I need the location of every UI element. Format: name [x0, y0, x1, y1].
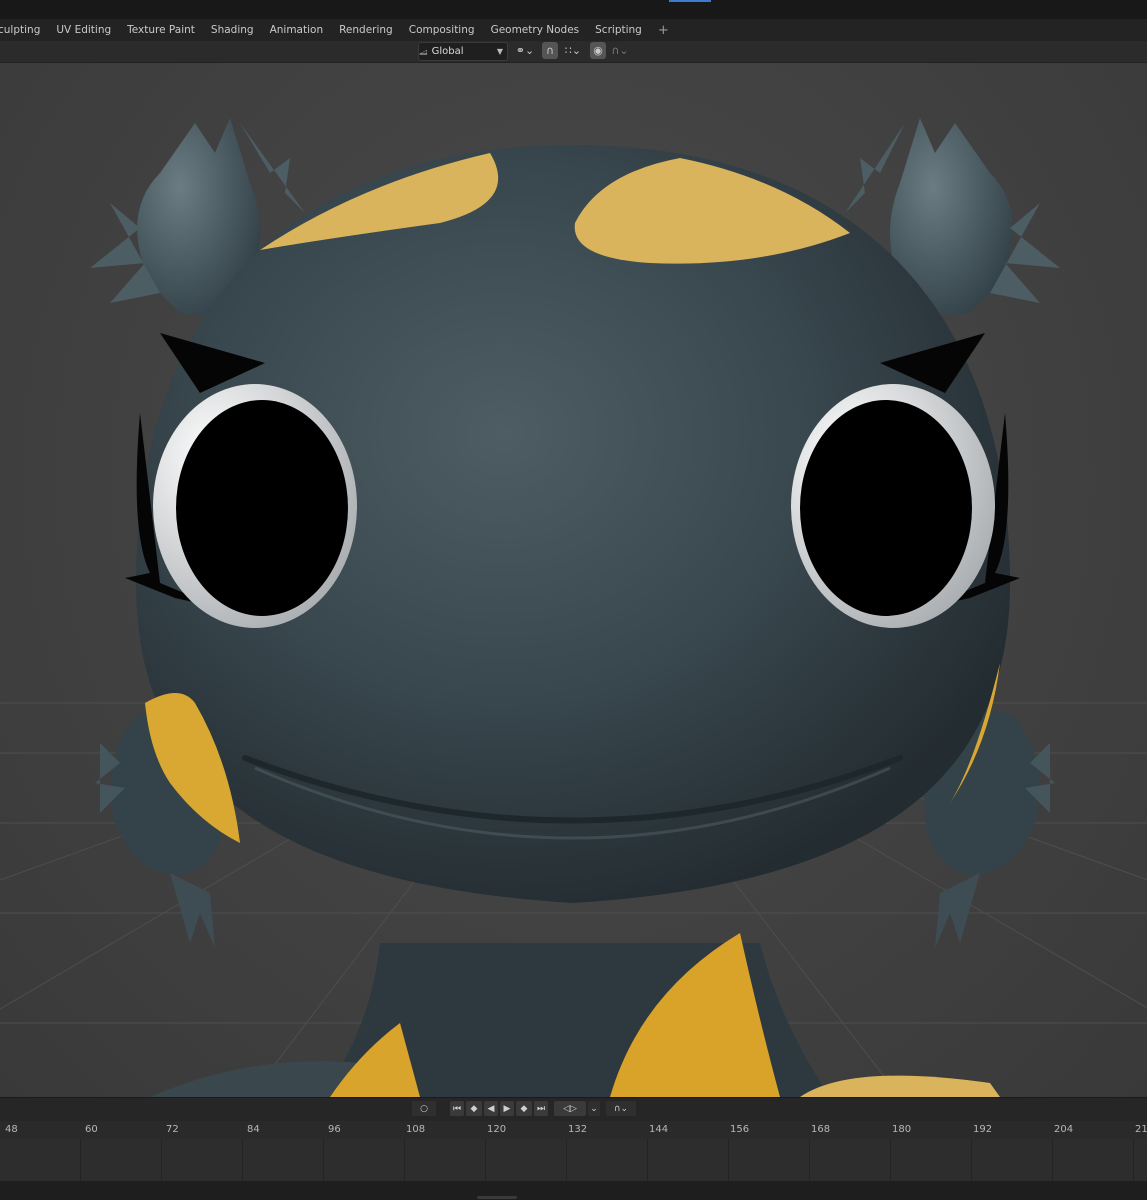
proportional-editing-icon: ◉ [593, 44, 603, 57]
tab-uv-editing[interactable]: UV Editing [48, 24, 119, 36]
tab-shading[interactable]: Shading [203, 24, 262, 36]
jump-start-button[interactable]: ⏮ [450, 1101, 464, 1116]
record-icon: ○ [420, 1103, 428, 1114]
auto-keying-select[interactable]: ∩⌄ [606, 1101, 636, 1116]
falloff-select[interactable]: ∩⌄ [608, 42, 632, 59]
jump-end-button[interactable]: ⏭ [534, 1101, 548, 1116]
tab-sculpting[interactable]: culpting [0, 24, 48, 36]
play-reverse-button[interactable]: ◀ [484, 1101, 498, 1116]
magnet-icon: ∩ [545, 44, 555, 57]
tab-geometry-nodes[interactable]: Geometry Nodes [483, 24, 588, 36]
chevron-down-icon: ⌄ [590, 1103, 598, 1114]
keying-toggle[interactable]: ○ [412, 1101, 436, 1116]
frame-label: 132 [568, 1124, 588, 1135]
frame-label: 180 [892, 1124, 912, 1135]
next-keyframe-button[interactable]: ◆ [516, 1101, 532, 1116]
keyframe-jump-icon: ◁▷ [563, 1103, 577, 1114]
play-icon: ▶ [503, 1103, 511, 1114]
snap-target-icon: ∷⌄ [564, 44, 582, 57]
status-bar [0, 1181, 1147, 1200]
top-menu-bar [0, 0, 1147, 19]
chevron-down-icon: ▼ [496, 47, 503, 56]
prev-keyframe-icon: ◆ [470, 1103, 478, 1114]
playback-menu[interactable]: ⌄ [588, 1101, 600, 1116]
viewport-scene[interactable] [0, 63, 1147, 1097]
snap-target-select[interactable]: ∷⌄ [560, 42, 586, 59]
frame-label: 204 [1054, 1124, 1074, 1135]
prev-keyframe-button[interactable]: ◆ [466, 1101, 482, 1116]
3d-viewport[interactable] [0, 63, 1147, 1097]
pivot-point-select[interactable]: ⚭⌄ [512, 42, 538, 59]
frame-label: 192 [973, 1124, 993, 1135]
frame-label: 72 [166, 1124, 179, 1135]
frame-label: 21 [1135, 1124, 1147, 1135]
add-workspace-button[interactable]: + [650, 23, 677, 38]
snap-toggle[interactable]: ∩ [542, 42, 558, 59]
frame-label: 84 [247, 1124, 260, 1135]
tab-scripting[interactable]: Scripting [587, 24, 650, 36]
workspace-tabs: culpting UV Editing Texture Paint Shadin… [0, 19, 1147, 41]
play-reverse-icon: ◀ [487, 1103, 495, 1114]
active-workspace-indicator [669, 0, 711, 2]
orientation-icon: ⧡ [419, 44, 428, 58]
proportional-editing-toggle[interactable]: ◉ [590, 42, 606, 59]
frame-label: 48 [5, 1124, 18, 1135]
jump-start-icon: ⏮ [452, 1103, 462, 1114]
falloff-icon: ∩⌄ [611, 44, 629, 57]
frame-label: 144 [649, 1124, 669, 1135]
orientation-label: Global [431, 46, 464, 57]
play-button[interactable]: ▶ [500, 1101, 514, 1116]
next-keyframe-icon: ◆ [520, 1103, 528, 1114]
frame-label: 108 [406, 1124, 426, 1135]
neck [150, 933, 1000, 1097]
frame-label: 168 [811, 1124, 831, 1135]
timeline-tracks[interactable] [0, 1139, 1147, 1181]
frame-label: 60 [85, 1124, 98, 1135]
tab-rendering[interactable]: Rendering [331, 24, 401, 36]
tab-compositing[interactable]: Compositing [401, 24, 483, 36]
keyframe-nav-buttons[interactable]: ◁▷ [554, 1101, 586, 1116]
pivot-icon: ⚭⌄ [515, 44, 535, 57]
tab-animation[interactable]: Animation [262, 24, 332, 36]
tab-texture-paint[interactable]: Texture Paint [119, 24, 203, 36]
area-resize-handle[interactable] [477, 1196, 517, 1199]
jump-end-icon: ⏭ [536, 1103, 546, 1114]
frame-label: 96 [328, 1124, 341, 1135]
frame-label: 156 [730, 1124, 750, 1135]
frame-label: 120 [487, 1124, 507, 1135]
transform-orientation-select[interactable]: ⧡ Global ▼ [418, 42, 508, 61]
keying-set-icon: ∩⌄ [613, 1103, 629, 1114]
